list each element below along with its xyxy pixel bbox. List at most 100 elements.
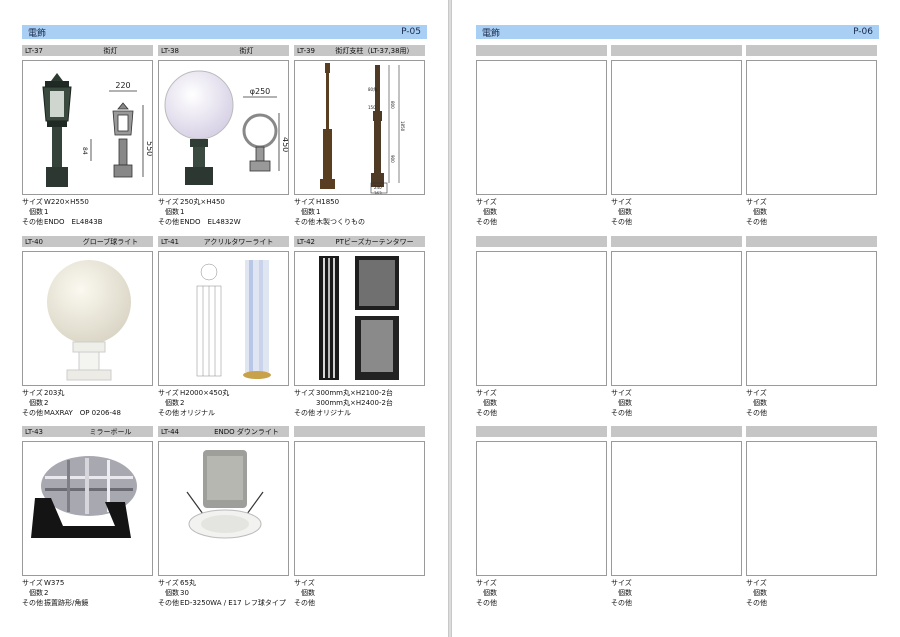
size-value: W220×H550 [44, 198, 89, 206]
other-value: ED-3250WA / E17 レフ球タイプ [180, 599, 286, 607]
item-name: グローブ球ライト [82, 237, 139, 246]
item-code: LT-37 [25, 46, 44, 55]
item-header [746, 236, 877, 247]
qty-value [633, 398, 742, 408]
item-code: LT-44 [161, 427, 180, 436]
qty-value [498, 398, 607, 408]
item-header [611, 45, 742, 56]
other-label: その他 [746, 409, 767, 417]
qty-value: 1 [316, 208, 321, 216]
other-value [633, 217, 742, 227]
size-value: 250丸×H450 [180, 198, 225, 206]
other-label: その他 [476, 599, 497, 607]
other-value [768, 217, 877, 227]
qty-label: 個数 [29, 208, 43, 216]
dim-base-label: 84 [81, 147, 88, 155]
item-info: サイズ 65丸 個数 30 その他 ED-3250WA / E17 レフ球タイプ [158, 578, 289, 608]
item-photo [158, 441, 289, 576]
item-code: LT-41 [161, 237, 180, 246]
item-info: サイズ 個数 その他 [611, 197, 742, 227]
item-header [746, 426, 877, 437]
qty-value: 2 [180, 399, 185, 407]
page-right: 電飾 P-06 サイズ 個数 その他 サイズ 個数 その他 サイズ 個数 その他 [451, 0, 900, 637]
other-value: ENDO EL4832W [180, 218, 241, 226]
item-header: LT-38 街灯 [158, 45, 289, 56]
qty-value: 2 [44, 399, 49, 407]
size-value: H1850 [316, 198, 340, 206]
other-label: その他 [294, 409, 315, 417]
bead-curtain-photo-2 [355, 256, 399, 380]
size-value [498, 197, 607, 207]
size-label: サイズ [294, 579, 315, 587]
other-value [498, 598, 607, 608]
size-value [768, 578, 877, 588]
other-value [316, 598, 425, 608]
other-value: オリジナル [180, 409, 215, 417]
other-value [768, 408, 877, 418]
page-header-right: 電飾 P-06 [476, 25, 879, 39]
dim-height-label: 550 [145, 141, 153, 156]
size-value [498, 388, 607, 398]
qty-label: 個数 [618, 208, 632, 216]
size-label: サイズ [22, 198, 43, 206]
other-label: その他 [611, 218, 632, 226]
item-code: LT-40 [25, 237, 44, 246]
other-value: 振置跡形/角鏡 [44, 599, 89, 607]
other-label: その他 [746, 218, 767, 226]
size-value: 300mm丸×H2100-2台 [316, 389, 393, 397]
dim-width-label: 220 [115, 81, 130, 90]
acrylic-tower-drawing [196, 263, 222, 377]
item-photo [22, 441, 153, 576]
item-header [611, 236, 742, 247]
item-info: サイズ 250丸×H450 個数 1 その他 ENDO EL4832W [158, 197, 289, 227]
size-value [498, 578, 607, 588]
qty-label: 個数 [301, 589, 315, 597]
size-value [633, 388, 742, 398]
catalog-item-lt39: LT-39 街灯支柱（LT-37,38用） 800 150 80角 1850 9… [294, 45, 425, 227]
item-header [294, 426, 425, 437]
item-photo [611, 60, 742, 195]
size-label: サイズ [611, 579, 632, 587]
item-info: サイズ 個数 その他 [746, 197, 877, 227]
size-value [633, 197, 742, 207]
size-value [316, 578, 425, 588]
dim-total-label: 1850 [400, 121, 405, 132]
size-label: サイズ [476, 389, 497, 397]
catalog-item-empty-7: サイズ 個数 その他 [476, 426, 607, 608]
qty-value [498, 207, 607, 217]
street-lamp-drawing [90, 90, 144, 178]
size-label: サイズ [158, 198, 179, 206]
item-code: LT-38 [161, 46, 180, 55]
catalog-item-empty-6: サイズ 個数 その他 [746, 236, 877, 418]
mirror-ball-photo [31, 456, 137, 538]
catalog-item-empty-4: サイズ 個数 その他 [476, 236, 607, 418]
other-label: その他 [476, 409, 497, 417]
lamp-post-photo [320, 63, 335, 189]
page-title: 電飾 [28, 28, 47, 39]
catalog-item-empty-1: サイズ 個数 その他 [476, 45, 607, 227]
catalog-item-empty-5: サイズ 個数 その他 [611, 236, 742, 418]
qty-value [498, 588, 607, 598]
size-label: サイズ [294, 389, 315, 397]
item-header [476, 45, 607, 56]
globe-ball-light-photo [47, 260, 131, 381]
item-header: LT-42 PTビーズカーテンタワー [294, 236, 425, 247]
catalog-item-lt41: LT-41 アクリルタワーライト サイズ H2000×450丸 個数 2 その他… [158, 236, 289, 418]
item-code: LT-43 [25, 427, 44, 436]
item-header [746, 45, 877, 56]
qty-label: 個数 [483, 589, 497, 597]
qty-label: 個数 [301, 208, 315, 216]
dim-mid-label: 150 [368, 105, 376, 110]
catalog-item-empty: サイズ 個数 その他 [294, 426, 425, 608]
item-info: サイズ 個数 その他 [476, 388, 607, 418]
size-value: 65丸 [180, 579, 196, 587]
globe-lamp-photo [164, 70, 234, 185]
qty-label: 個数 [618, 399, 632, 407]
catalog-item-lt44: LT-44 ENDO ダウンライト サイズ 65丸 個数 30 その他 ED-3250… [158, 426, 289, 608]
item-header: LT-40 グローブ球ライト [22, 236, 153, 247]
size-label: サイズ [746, 579, 767, 587]
bead-curtain-photo-1 [319, 256, 339, 380]
qty-value [768, 398, 877, 408]
item-photo [746, 60, 877, 195]
item-info: サイズ 個数 その他 [611, 388, 742, 418]
